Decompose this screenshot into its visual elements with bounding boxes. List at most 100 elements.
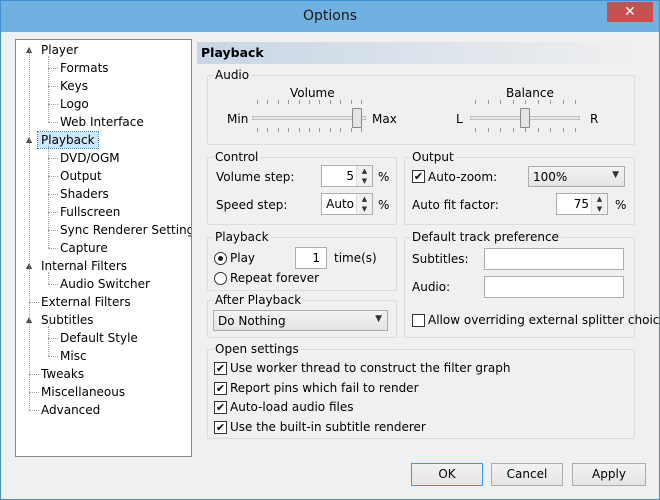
balance-slider-thumb[interactable]	[520, 108, 530, 128]
tree-item-advanced[interactable]: Advanced	[41, 402, 100, 418]
tree-connector	[48, 104, 58, 105]
autozoom-checkbox[interactable]: ✔	[412, 170, 425, 183]
tree-item-capture[interactable]: Capture	[60, 240, 108, 256]
tree-connector	[29, 392, 39, 393]
tree-item-shaders[interactable]: Shaders	[60, 186, 109, 202]
apply-button[interactable]: Apply	[572, 463, 646, 486]
open-setting-checkbox[interactable]: ✔	[214, 362, 227, 375]
tree-expand-icon[interactable]: ▲	[26, 42, 36, 58]
output-group-label: Output	[410, 150, 456, 164]
subtitles-pref-input[interactable]	[484, 248, 624, 270]
volume-step-spinner[interactable]: 5 ▲ ▼	[321, 165, 373, 187]
slider-tick	[550, 128, 551, 132]
tree-connector	[48, 194, 58, 195]
tree-item-default-style[interactable]: Default Style	[60, 330, 138, 346]
slider-tick	[487, 128, 489, 132]
tree-item-sync-renderer-settings[interactable]: Sync Renderer Settings	[60, 222, 191, 238]
volume-label: Volume	[290, 86, 335, 100]
tree-item-web-interface[interactable]: Web Interface	[60, 114, 144, 130]
spin-up-icon[interactable]: ▲	[591, 194, 607, 204]
spin-down-icon[interactable]: ▼	[356, 204, 372, 214]
autozoom-value: 100%	[533, 170, 568, 184]
slider-tick	[277, 128, 279, 132]
volume-min-label: Min	[227, 112, 249, 126]
repeat-forever-label[interactable]: Repeat forever	[230, 271, 319, 285]
tree-item-keys[interactable]: Keys	[60, 78, 88, 94]
slider-tick	[277, 100, 279, 104]
ok-button[interactable]: OK	[411, 463, 483, 486]
slider-tick	[550, 100, 551, 104]
autozoom-label[interactable]: Auto-zoom:	[428, 170, 497, 184]
tree-item-internal-filters[interactable]: Internal Filters	[41, 258, 127, 274]
tree-item-miscellaneous[interactable]: Miscellaneous	[41, 384, 125, 400]
repeat-forever-radio[interactable]	[214, 272, 227, 285]
tree-item-dvd-ogm[interactable]: DVD/OGM	[60, 150, 120, 166]
audio-group: Audio	[207, 68, 635, 145]
slider-tick	[512, 100, 514, 104]
tree-item-audio-switcher[interactable]: Audio Switcher	[60, 276, 150, 292]
tree-expand-icon[interactable]: ▲	[26, 258, 36, 274]
open-setting-checkbox[interactable]: ✔	[214, 420, 227, 434]
tree-item-playback[interactable]: Playback	[37, 131, 99, 149]
options-tree[interactable]: ▲ Player Formats Keys Logo Web Interface ▲ Play…	[15, 39, 192, 457]
spin-down-icon[interactable]: ▼	[356, 176, 372, 186]
play-count-input[interactable]: 1	[295, 247, 327, 269]
open-setting-label[interactable]: Report pins which fail to render	[230, 381, 419, 395]
tree-expand-icon[interactable]: ▲	[26, 132, 36, 148]
tree-connector	[29, 302, 39, 303]
open-setting-label[interactable]: Auto-load audio files	[230, 400, 353, 414]
speed-step-spinner[interactable]: Auto ▲ ▼	[321, 193, 373, 215]
cancel-button[interactable]: Cancel	[491, 463, 563, 486]
slider-tick	[475, 128, 476, 132]
slider-tick	[288, 100, 290, 104]
audio-pref-input[interactable]	[484, 276, 624, 298]
tree-item-fullscreen[interactable]: Fullscreen	[60, 204, 120, 220]
tree-item-external-filters[interactable]: External Filters	[41, 294, 131, 310]
tree-connector	[48, 158, 58, 159]
allow-override-label[interactable]: Allow overriding external splitter choic…	[428, 313, 660, 327]
tree-connector	[48, 176, 58, 177]
check-icon: ✔	[215, 401, 226, 414]
tree-expand-icon[interactable]: ▲	[26, 312, 36, 328]
tree-item-misc[interactable]: Misc	[60, 348, 87, 364]
open-setting-label[interactable]: Use the built-in subtitle renderer	[230, 420, 426, 434]
playback-group-label: Playback	[213, 230, 271, 244]
tree-connector	[48, 356, 58, 357]
after-playback-dropdown[interactable]: Do Nothing ▼	[213, 310, 388, 331]
close-button[interactable]: ✕	[607, 2, 653, 22]
open-setting-checkbox[interactable]: ✔	[214, 401, 227, 414]
slider-tick	[309, 128, 310, 132]
tree-connector	[48, 56, 49, 122]
volume-step-percent: %	[378, 170, 390, 184]
autofit-spinner[interactable]: 75 ▲ ▼	[556, 193, 608, 215]
slider-tick	[575, 128, 576, 132]
volume-slider-thumb[interactable]	[351, 108, 362, 128]
allow-override-checkbox[interactable]	[412, 314, 425, 327]
autozoom-dropdown[interactable]: 100% ▼	[528, 166, 625, 187]
slider-tick	[475, 100, 476, 104]
open-setting-checkbox[interactable]: ✔	[214, 381, 227, 395]
tree-item-tweaks[interactable]: Tweaks	[41, 366, 84, 382]
play-radio[interactable]	[214, 252, 227, 265]
spin-up-icon[interactable]: ▲	[356, 194, 372, 204]
speed-step-label: Speed step:	[216, 198, 288, 212]
tree-connector	[48, 248, 58, 249]
play-count-value: 1	[312, 251, 320, 265]
title-bar[interactable]: Options ✕	[1, 1, 659, 32]
slider-tick	[525, 128, 526, 132]
tree-item-formats[interactable]: Formats	[60, 60, 109, 76]
volume-slider-track[interactable]	[252, 116, 366, 120]
tree-item-output[interactable]: Output	[60, 168, 102, 184]
slider-tick	[500, 100, 501, 104]
play-label[interactable]: Play	[230, 251, 255, 265]
tree-item-player[interactable]: Player	[41, 42, 78, 58]
spin-down-icon[interactable]: ▼	[591, 204, 607, 214]
after-playback-value: Do Nothing	[218, 314, 286, 328]
tree-item-logo[interactable]: Logo	[60, 96, 89, 112]
slider-tick	[319, 100, 321, 104]
slider-tick	[500, 128, 501, 132]
spin-up-icon[interactable]: ▲	[356, 166, 372, 176]
times-label: time(s)	[334, 251, 377, 265]
open-setting-label[interactable]: Use worker thread to construct the filte…	[230, 361, 511, 375]
slider-tick	[525, 100, 526, 104]
